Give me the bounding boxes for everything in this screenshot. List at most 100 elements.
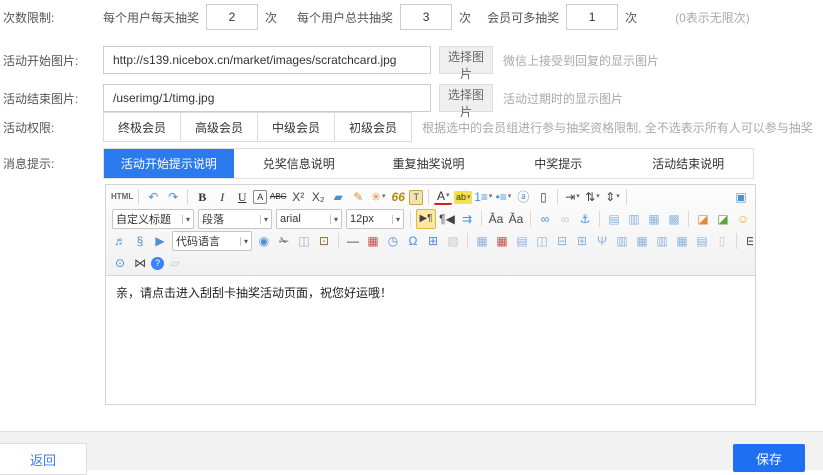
insert-date-icon[interactable]: ▦ (364, 232, 382, 250)
member-option-junior[interactable]: 初级会员 (334, 112, 412, 142)
table-style-icon[interactable]: ▤ (693, 232, 711, 250)
horizontal-rule-icon[interactable]: — (344, 232, 362, 250)
member-option-middle[interactable]: 中级会员 (257, 112, 335, 142)
emoticon-icon[interactable]: ☺ (734, 210, 752, 228)
insert-time-icon[interactable]: ◷ (384, 232, 402, 250)
image-manager-icon[interactable]: ◪ (714, 210, 732, 228)
table-align-right-icon[interactable]: ▥ (653, 232, 671, 250)
preview-icon[interactable]: ⊙ (111, 254, 129, 272)
undo-icon[interactable]: ↶ (144, 188, 162, 206)
auto-typeset-icon[interactable]: ✳▾ (369, 188, 387, 206)
new-doc-icon[interactable]: ▯ (534, 188, 552, 206)
insert-columns-icon[interactable]: ◫ (295, 232, 313, 250)
link-icon[interactable]: ∞ (536, 210, 554, 228)
insert-row-icon[interactable]: ⊟ (553, 232, 571, 250)
insert-music-icon[interactable]: ♬ (111, 232, 129, 250)
paragraph-select[interactable]: 段落▾ (198, 209, 272, 229)
anchor-icon[interactable]: ⚓ (576, 210, 594, 228)
highlight-color-icon[interactable]: ab▾ (454, 191, 472, 204)
toolbar-row-2: 自定义标题▾段落▾arial▾12px▾▶¶¶◀⇉ÂaǍa∞∞⚓▤▥▦▩◪◪☺❀… (108, 208, 753, 230)
merge-cells-icon[interactable]: ◫ (533, 232, 551, 250)
paragraph-spacing-icon[interactable]: ⇅▾ (583, 188, 601, 206)
line-height-icon[interactable]: ⇕▾ (603, 188, 621, 206)
image-float-center-icon[interactable]: ▦ (645, 210, 663, 228)
char-border-icon[interactable]: A (253, 190, 267, 204)
insert-image-icon[interactable]: ◪ (694, 210, 712, 228)
insert-col-icon[interactable]: ⊞ (573, 232, 591, 250)
save-button[interactable]: 保存 (733, 444, 805, 472)
delete-table-icon[interactable]: ▦ (493, 232, 511, 250)
to-uppercase-icon[interactable]: Âa (487, 210, 505, 228)
start-image-choose-button[interactable]: 选择图片 (439, 46, 493, 74)
html-source-icon[interactable]: HTML (111, 188, 133, 206)
member-extra-input[interactable] (566, 4, 618, 30)
help-icon[interactable]: ? (151, 257, 164, 270)
split-cell-icon[interactable]: Ψ (593, 232, 611, 250)
subscript-icon[interactable]: X₂ (309, 188, 327, 206)
find-replace-icon[interactable]: ⋈ (131, 254, 149, 272)
to-lowercase-icon[interactable]: Ǎa (507, 210, 525, 228)
image-float-left-icon[interactable]: ▥ (625, 210, 643, 228)
toolbar-separator (138, 189, 139, 205)
font-family-select[interactable]: arial▾ (276, 209, 342, 229)
remove-format-icon[interactable]: ▰ (329, 188, 347, 206)
font-size-select[interactable]: 12px▾ (346, 209, 404, 229)
paste-doc-icon[interactable]: ▱ (166, 254, 184, 272)
redo-icon[interactable]: ↷ (164, 188, 182, 206)
unordered-list-icon[interactable]: •≡▾ (494, 188, 512, 206)
fullscreen-icon[interactable]: ▣ (732, 188, 750, 206)
table-title-icon[interactable]: ▤ (513, 232, 531, 250)
screenshot-icon[interactable]: ⊡ (315, 232, 333, 250)
rtl-paragraph-icon[interactable]: ¶◀ (438, 210, 456, 228)
baidu-map-icon[interactable]: ◉ (255, 232, 273, 250)
toolbar-separator (467, 233, 468, 249)
editor-content[interactable]: 亲，请点击进入刮刮卡抽奖活动页面，祝您好运哦！ (106, 276, 755, 404)
tab-repeat-draw[interactable]: 重复抽奖说明 (364, 149, 494, 178)
paste-plain-icon[interactable]: T (409, 190, 423, 205)
superscript-icon[interactable]: X² (289, 188, 307, 206)
caret-down-icon: ▾ (508, 188, 512, 206)
print-icon[interactable]: ⊟ (742, 232, 753, 250)
back-button[interactable]: 返回 (0, 443, 87, 475)
font-color-icon[interactable]: A▾ (434, 189, 452, 205)
underline-icon[interactable]: U (233, 188, 251, 206)
indent-first-line-icon[interactable]: ⇥▾ (563, 188, 581, 206)
table-align-left-icon[interactable]: ▥ (613, 232, 631, 250)
indent-paragraph-icon[interactable]: ⇉ (458, 210, 476, 228)
image-transfer-icon[interactable]: ▧ (444, 232, 462, 250)
italic-icon[interactable]: I (213, 188, 231, 206)
format-brush-icon[interactable]: ✎ (349, 188, 367, 206)
ltr-paragraph-icon[interactable]: ▶¶ (416, 209, 436, 229)
special-char-icon[interactable]: Ω (404, 232, 422, 250)
page-break-icon[interactable]: ✁ (275, 232, 293, 250)
member-option-senior[interactable]: 高级会员 (180, 112, 258, 142)
custom-title-select[interactable]: 自定义标题▾ (112, 209, 194, 229)
insert-media-icon[interactable]: ▶ (151, 232, 169, 250)
attachment-icon[interactable]: § (131, 232, 149, 250)
image-float-right-icon[interactable]: ▩ (665, 210, 683, 228)
tab-activity-end[interactable]: 活动结束说明 (623, 149, 753, 178)
tab-redeem-info[interactable]: 兑奖信息说明 (234, 149, 364, 178)
image-float-none-icon[interactable]: ▤ (605, 210, 623, 228)
insert-table-icon[interactable]: ▦ (473, 232, 491, 250)
blockquote-icon[interactable]: 66 (389, 188, 407, 206)
tab-win-tip[interactable]: 中奖提示 (493, 149, 623, 178)
member-option-ultimate[interactable]: 终极会员 (103, 112, 181, 142)
total-draw-input[interactable] (400, 4, 452, 30)
caret-down-icon: ▾ (616, 188, 620, 206)
table-align-center-icon[interactable]: ▦ (633, 232, 651, 250)
start-image-input[interactable] (103, 46, 431, 74)
ordered-list-icon[interactable]: 1≡▾ (474, 188, 492, 206)
tab-activity-start-tip[interactable]: 活动开始提示说明 (104, 149, 234, 178)
daily-draw-input[interactable] (206, 4, 258, 30)
strikethrough-icon[interactable]: ABC (269, 188, 287, 206)
doc-template-icon[interactable]: ▯ (713, 232, 731, 250)
bold-icon[interactable]: B (193, 188, 211, 206)
end-image-input[interactable] (103, 84, 431, 112)
anchor-style-icon[interactable]: ⓐ (514, 188, 532, 206)
unlink-icon[interactable]: ∞ (556, 210, 574, 228)
end-image-choose-button[interactable]: 选择图片 (439, 84, 493, 112)
baidu-app-icon[interactable]: ⊞ (424, 232, 442, 250)
code-language-select[interactable]: 代码语言▾ (172, 231, 252, 251)
table-full-width-icon[interactable]: ▦ (673, 232, 691, 250)
